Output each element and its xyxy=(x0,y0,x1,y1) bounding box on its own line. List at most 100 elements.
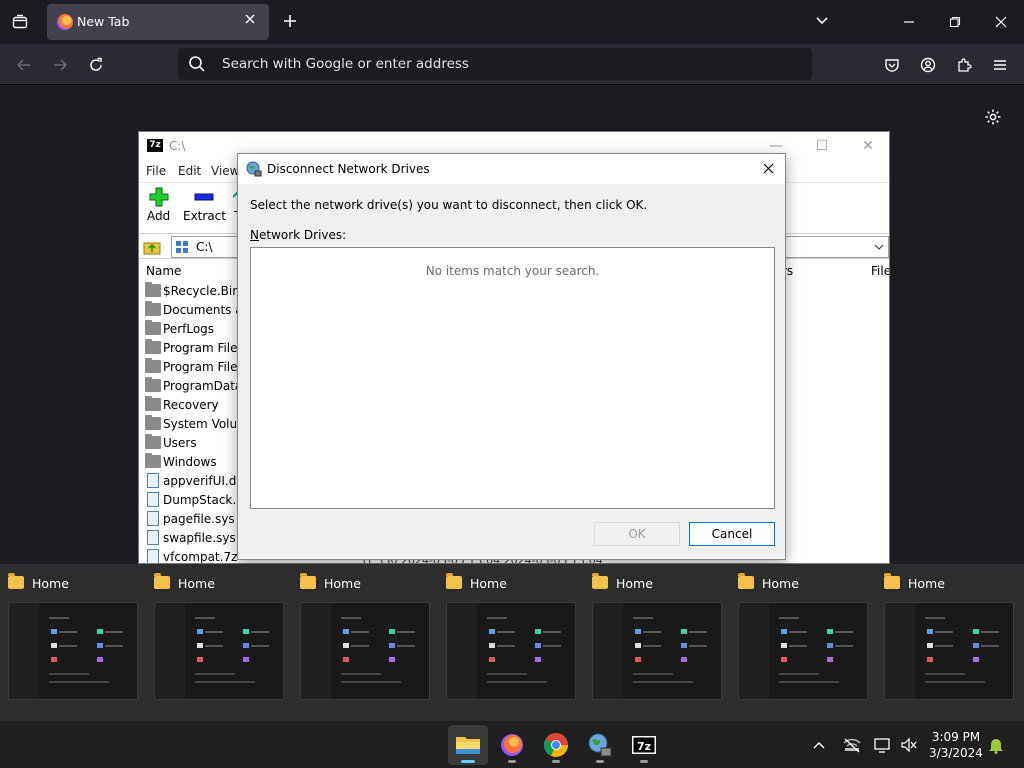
list-item-name: Recovery xyxy=(163,398,219,412)
tab-list-icon xyxy=(12,14,28,29)
dialog-close-button[interactable] xyxy=(757,159,779,179)
maximize-icon xyxy=(949,16,961,28)
list-item[interactable]: Program Files xyxy=(143,358,244,377)
extract-button[interactable]: Extract xyxy=(183,187,226,223)
forward-button[interactable] xyxy=(47,52,73,78)
folder-icon xyxy=(456,737,480,754)
list-item[interactable]: appverifUI.dll xyxy=(143,472,243,491)
list-item[interactable]: $Recycle.Bin xyxy=(143,282,243,301)
list-item[interactable]: Documents an xyxy=(143,301,250,320)
thumbnail-title: Home xyxy=(32,576,69,591)
list-item[interactable]: vfcompat.7z xyxy=(143,548,243,563)
close-window-button[interactable] xyxy=(986,8,1016,36)
ok-button[interactable]: OK xyxy=(594,522,680,546)
header-files[interactable]: File xyxy=(871,264,889,278)
network-drives-list[interactable]: No items match your search. xyxy=(250,247,775,509)
list-item[interactable]: ProgramData xyxy=(143,377,243,396)
folder-icon xyxy=(145,453,161,468)
thumbnail-title: Home xyxy=(908,576,945,591)
globe-network-icon xyxy=(246,161,262,177)
add-label: Add xyxy=(147,209,171,223)
new-tab-button[interactable] xyxy=(279,10,301,32)
pocket-button[interactable] xyxy=(879,52,905,78)
tab-title: New Tab xyxy=(77,14,130,29)
reload-icon xyxy=(90,57,102,71)
show-hidden-icons-button[interactable] xyxy=(809,735,829,755)
browser-tab-bar: New Tab xyxy=(0,0,1024,44)
pocket-icon xyxy=(885,59,899,72)
taskbar-thumbnail[interactable]: Home xyxy=(0,564,146,704)
cancel-button[interactable]: Cancel xyxy=(689,522,775,546)
account-button[interactable] xyxy=(915,52,941,78)
gear-icon xyxy=(985,109,1001,125)
taskbar-file-explorer[interactable] xyxy=(448,725,488,765)
back-icon xyxy=(16,59,30,71)
menu-view[interactable]: View xyxy=(211,164,239,178)
list-item[interactable]: System Volum xyxy=(143,415,249,434)
dialog-titlebar: Disconnect Network Drives xyxy=(238,154,785,184)
add-button[interactable]: Add xyxy=(147,187,170,223)
list-item[interactable]: DumpStack.log xyxy=(143,491,254,510)
chevron-down-icon[interactable] xyxy=(874,243,884,251)
file-icon xyxy=(147,492,159,507)
clock[interactable]: 3:09 PM 3/3/2024 xyxy=(926,729,986,761)
wifi-off-icon xyxy=(843,738,861,753)
folder-icon xyxy=(145,282,161,297)
taskbar-chrome[interactable] xyxy=(536,725,576,765)
folder-icon xyxy=(154,573,170,589)
taskbar-thumbnail[interactable]: Home xyxy=(146,564,292,704)
new-tab-settings-button[interactable] xyxy=(980,104,1006,130)
minimize-button[interactable] xyxy=(894,8,924,36)
app-menu-button[interactable] xyxy=(987,52,1013,78)
list-item-name: pagefile.sys xyxy=(163,512,235,526)
list-item-name: appverifUI.dll xyxy=(163,474,243,488)
folder-icon xyxy=(145,358,161,373)
notifications-button[interactable] xyxy=(986,735,1006,755)
taskbar-thumbnail[interactable]: Home xyxy=(292,564,438,704)
7zip-maximize-button[interactable]: ☐ xyxy=(807,136,837,156)
tab-close-button[interactable] xyxy=(241,12,259,30)
up-folder-button[interactable] xyxy=(143,238,161,256)
taskbar: 7z 3:09 PM 3/3/2024 xyxy=(0,720,1024,768)
folder-icon xyxy=(145,415,161,430)
monitor-icon xyxy=(874,738,890,753)
list-item[interactable]: swapfile.sys xyxy=(143,529,243,548)
list-item[interactable]: pagefile.sys xyxy=(143,510,243,529)
list-item-name: swapfile.sys xyxy=(163,531,236,545)
7zip-close-button[interactable]: ✕ xyxy=(853,136,883,156)
header-name[interactable]: Name xyxy=(146,264,181,278)
list-item[interactable]: Recovery xyxy=(143,396,243,415)
list-item[interactable]: PerfLogs xyxy=(143,320,243,339)
taskbar-thumbnail[interactable]: Home xyxy=(438,564,584,704)
taskbar-thumbnail[interactable]: Home xyxy=(730,564,876,704)
restore-button[interactable] xyxy=(940,8,970,36)
list-item[interactable]: Users xyxy=(143,434,243,453)
list-all-tabs-button[interactable] xyxy=(814,12,836,32)
taskbar-7zip[interactable]: 7z xyxy=(624,725,664,765)
file-icon xyxy=(147,549,159,563)
reload-button[interactable] xyxy=(83,52,109,78)
back-button[interactable] xyxy=(11,52,37,78)
close-icon xyxy=(995,16,1007,28)
list-item[interactable]: Program Files xyxy=(143,339,244,358)
display-status-button[interactable] xyxy=(873,735,893,755)
volume-status-button[interactable] xyxy=(899,735,919,755)
network-status-button[interactable] xyxy=(842,735,862,755)
url-input[interactable] xyxy=(222,48,782,80)
taskbar-thumbnail[interactable]: Home xyxy=(876,564,1022,704)
extensions-button[interactable] xyxy=(951,52,977,78)
tab-new-tab[interactable]: New Tab xyxy=(47,4,269,40)
file-icon xyxy=(147,530,159,545)
list-item[interactable]: Windows xyxy=(143,453,243,472)
menu-file[interactable]: File xyxy=(146,164,166,178)
taskbar-network-app[interactable] xyxy=(580,725,620,765)
label-text: etwork Drives: xyxy=(258,228,347,242)
empty-list-message: No items match your search. xyxy=(425,264,600,278)
taskbar-thumbnail[interactable]: Home xyxy=(584,564,730,704)
tab-list-button[interactable] xyxy=(8,11,32,33)
menu-edit[interactable]: Edit xyxy=(178,164,201,178)
thumbnail-title: Home xyxy=(616,576,653,591)
running-indicator xyxy=(461,760,475,763)
url-bar[interactable] xyxy=(178,48,812,80)
taskbar-firefox[interactable] xyxy=(492,725,532,765)
